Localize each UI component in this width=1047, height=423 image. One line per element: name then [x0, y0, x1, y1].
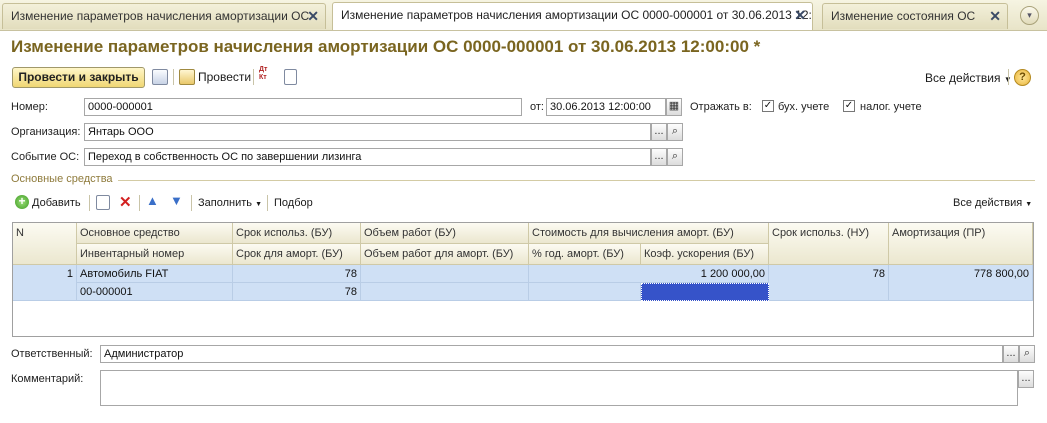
organization-label: Организация: — [11, 126, 81, 138]
cell-work-volume-bu[interactable] — [361, 265, 529, 283]
assets-all-actions-menu[interactable]: Все действия ▼ — [953, 197, 1032, 209]
accounting-checkbox-label: бух. учете — [778, 101, 830, 113]
chevron-down-icon: ▼ — [255, 201, 263, 208]
cell-annual-amort-pct[interactable] — [529, 283, 641, 301]
tax-checkbox[interactable]: ✓ — [843, 100, 855, 112]
add-row-button[interactable]: Добавить — [32, 197, 81, 209]
tax-checkbox-label: налог. учете — [860, 101, 922, 113]
column-header-annual-amort-pct[interactable]: % год. аморт. (БУ) — [529, 244, 641, 265]
column-header-useful-life-nu[interactable]: Срок использ. (НУ) — [769, 223, 889, 265]
toolbar-separator — [191, 195, 192, 211]
add-icon[interactable]: + — [15, 195, 29, 209]
calendar-icon[interactable]: ▦ — [666, 98, 682, 116]
move-down-icon[interactable]: ▼ — [170, 193, 183, 208]
tab-strip: Изменение параметров начисления амортиза… — [0, 0, 1047, 31]
dt-kt-icon[interactable]: Дт Кт — [259, 66, 275, 82]
save-icon[interactable] — [152, 69, 168, 85]
post-button[interactable]: Провести — [198, 70, 251, 84]
delete-icon[interactable]: ✕ — [119, 193, 132, 211]
cell-useful-life-bu[interactable]: 78 — [233, 265, 361, 283]
comment-label: Комментарий: — [11, 373, 84, 385]
organization-select-button[interactable]: ... — [651, 123, 667, 141]
organization-field[interactable]: Янтарь ООО — [84, 123, 651, 141]
tab-label: Изменение параметров начисления амортиза… — [341, 8, 813, 22]
cell-work-volume-amort-bu[interactable] — [361, 283, 529, 301]
close-icon[interactable]: ✕ — [989, 4, 1001, 29]
fill-label: Заполнить — [198, 197, 253, 209]
toolbar-separator — [253, 69, 254, 85]
copy-row-icon[interactable] — [96, 195, 110, 210]
group-divider — [118, 180, 1035, 181]
cell-n[interactable]: 1 — [13, 265, 77, 301]
assets-table[interactable]: N Основное средство Срок использ. (БУ) О… — [12, 222, 1034, 337]
comment-field[interactable] — [100, 370, 1018, 406]
post-and-close-button[interactable]: Провести и закрыть — [12, 67, 145, 88]
tab-depreciation-params-document[interactable]: Изменение параметров начисления амортиза… — [332, 2, 813, 30]
help-icon[interactable]: ? — [1014, 69, 1031, 86]
number-label: Номер: — [11, 101, 48, 113]
close-icon[interactable]: ✕ — [307, 4, 319, 29]
report-icon[interactable] — [284, 69, 297, 85]
page-title: Изменение параметров начисления амортиза… — [11, 37, 761, 56]
toolbar-separator — [139, 195, 140, 211]
tab-label: Изменение параметров начисления амортиза… — [11, 9, 310, 23]
pick-button[interactable]: Подбор — [274, 197, 313, 209]
all-actions-label: Все действия — [925, 71, 1001, 85]
cell-acceleration-coef[interactable] — [641, 283, 769, 301]
cell-cost-bu[interactable]: 1 200 000,00 — [529, 265, 769, 283]
cell-asset[interactable]: Автомобиль FIAT — [77, 265, 233, 283]
cell-inventory-number[interactable]: 00-000001 — [77, 283, 233, 301]
column-header-asset[interactable]: Основное средство — [77, 223, 233, 244]
column-header-amortization-pr[interactable]: Амортизация (ПР) — [889, 223, 1033, 265]
date-field[interactable]: 30.06.2013 12:00:00 — [546, 98, 666, 116]
column-header-n[interactable]: N — [13, 223, 77, 265]
column-header-work-volume-bu[interactable]: Объем работ (БУ) — [361, 223, 529, 244]
column-header-useful-life-bu[interactable]: Срок использ. (БУ) — [233, 223, 361, 244]
tabs-menu-icon[interactable]: ▾ — [1020, 6, 1039, 25]
tab-label: Изменение состояния ОС — [831, 9, 976, 23]
accounting-checkbox[interactable]: ✓ — [762, 100, 774, 112]
cell-life-for-amort-bu[interactable]: 78 — [233, 283, 361, 301]
column-header-life-for-amort-bu[interactable]: Срок для аморт. (БУ) — [233, 244, 361, 265]
event-select-button[interactable]: ... — [651, 148, 667, 166]
toolbar-separator — [89, 195, 90, 211]
cell-amortization-pr[interactable]: 778 800,00 — [889, 265, 1033, 301]
comment-edit-button[interactable]: ... — [1018, 370, 1034, 388]
column-header-work-volume-amort-bu[interactable]: Объем работ для аморт. (БУ) — [361, 244, 529, 265]
fill-menu[interactable]: Заполнить ▼ — [198, 197, 262, 209]
chevron-down-icon: ▼ — [1025, 201, 1033, 208]
toolbar-separator — [1008, 69, 1009, 85]
assets-group-title: Основные средства — [11, 173, 113, 185]
column-header-acceleration-coef[interactable]: Коэф. ускорения (БУ) — [641, 244, 769, 265]
close-icon[interactable]: ✕ — [794, 3, 806, 28]
tab-asset-state-change[interactable]: Изменение состояния ОС ✕ — [822, 3, 1008, 29]
toolbar-separator — [267, 195, 268, 211]
search-icon[interactable]: ⌕ — [667, 123, 683, 141]
all-actions-label: Все действия — [953, 197, 1023, 209]
responsible-field[interactable]: Администратор — [100, 345, 1003, 363]
responsible-select-button[interactable]: ... — [1003, 345, 1019, 363]
reflect-label: Отражать в: — [690, 101, 752, 113]
event-field[interactable]: Переход в собственность ОС по завершении… — [84, 148, 651, 166]
move-up-icon[interactable]: ▲ — [146, 193, 159, 208]
search-icon[interactable]: ⌕ — [667, 148, 683, 166]
toolbar-separator — [173, 69, 174, 85]
tab-depreciation-params-list[interactable]: Изменение параметров начисления амортиза… — [2, 3, 326, 29]
search-icon[interactable]: ⌕ — [1019, 345, 1035, 363]
event-label: Событие ОС: — [11, 151, 80, 163]
column-header-inventory-number[interactable]: Инвентарный номер — [77, 244, 233, 265]
column-header-cost-bu[interactable]: Стоимость для вычисления аморт. (БУ) — [529, 223, 769, 244]
date-label: от: — [530, 101, 544, 113]
number-field[interactable]: 0000-000001 — [84, 98, 522, 116]
post-icon[interactable] — [179, 69, 195, 85]
responsible-label: Ответственный: — [11, 348, 93, 360]
all-actions-menu[interactable]: Все действия ▼ — [925, 71, 1012, 85]
cell-useful-life-nu[interactable]: 78 — [769, 265, 889, 301]
